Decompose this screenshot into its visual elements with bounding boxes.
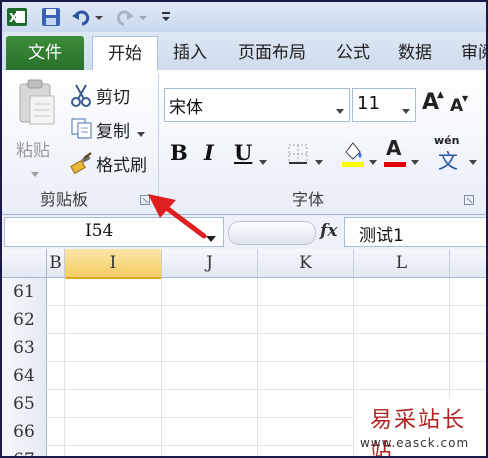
phonetic-char: 文	[438, 149, 458, 173]
format-painter-button[interactable]: 格式刷	[68, 150, 158, 176]
scissors-icon	[70, 83, 92, 111]
column-header-next[interactable]	[450, 249, 486, 278]
shrink-font-caret-icon: ▼	[462, 94, 469, 103]
formula-bar-splitter[interactable]	[228, 221, 316, 245]
annotation-arrow-icon	[148, 194, 207, 239]
column-header-i[interactable]: I	[65, 249, 162, 279]
font-color-label: A	[386, 136, 402, 160]
column-header-l[interactable]: L	[354, 249, 450, 278]
font-dialog-launcher-icon[interactable]	[464, 190, 474, 209]
gridline	[47, 333, 486, 334]
font-size-dropdown-icon[interactable]	[401, 101, 411, 120]
tab-data[interactable]: 数据	[386, 36, 444, 70]
tab-file[interactable]: 文件	[6, 36, 84, 70]
phonetic-guide-button[interactable]: wén 文	[434, 134, 466, 173]
borders-icon[interactable]	[286, 142, 312, 170]
grow-font-button[interactable]: A ▲	[420, 90, 444, 118]
grow-font-caret-icon: ▲	[437, 90, 444, 100]
font-color-dropdown-icon[interactable]	[410, 152, 420, 171]
row-header-61[interactable]: 61	[2, 278, 47, 307]
row-header-63[interactable]: 63	[2, 334, 47, 363]
tab-insert[interactable]: 插入	[162, 36, 218, 70]
column-header-k[interactable]: K	[258, 249, 354, 278]
gridline	[47, 305, 486, 306]
font-name-value: 宋体	[169, 98, 203, 118]
gridline	[47, 361, 486, 362]
undo-icon[interactable]	[70, 6, 92, 28]
excel-window: X 文件 开始 插入 页面布局 公式 数据 审 粘贴 剪切 复制 格式刷 剪贴板…	[2, 2, 486, 456]
phonetic-dropdown-icon[interactable]	[468, 152, 478, 171]
redo-icon[interactable]	[114, 6, 136, 28]
redo-dropdown-icon[interactable]	[138, 6, 148, 28]
tab-page-layout[interactable]: 页面布局	[224, 36, 320, 70]
font-name-dropdown-icon[interactable]	[335, 101, 345, 120]
group-separator	[158, 74, 159, 208]
font-color-bar	[384, 162, 406, 167]
watermark: 易采站长站 www.easck.com	[354, 398, 486, 456]
clipboard-group-label: 剪贴板	[40, 190, 89, 209]
undo-dropdown-icon[interactable]	[94, 6, 104, 28]
gridline	[257, 278, 258, 456]
copy-icon	[70, 117, 94, 143]
fill-color-dropdown-icon[interactable]	[368, 152, 378, 171]
font-name-combo[interactable]: 宋体	[164, 88, 350, 122]
tab-home[interactable]: 开始	[92, 36, 158, 72]
copy-button[interactable]: 复制	[68, 116, 152, 142]
row-header-67[interactable]: 67	[2, 446, 47, 456]
italic-button[interactable]: I	[204, 140, 214, 165]
save-icon[interactable]	[40, 6, 62, 28]
formula-bar: I54 fx 测试1	[2, 215, 486, 250]
formula-input[interactable]: 测试1	[344, 217, 486, 247]
font-group-label: 字体	[292, 190, 325, 209]
quick-access-toolbar: X	[2, 2, 486, 32]
excel-app-icon[interactable]: X	[6, 6, 28, 28]
paste-button[interactable]: 粘贴	[10, 78, 60, 178]
name-box-value: I54	[85, 221, 114, 241]
tab-formulas[interactable]: 公式	[324, 36, 382, 70]
font-color-button[interactable]: A	[382, 136, 408, 168]
watermark-url: www.easck.com	[360, 436, 470, 450]
cut-button[interactable]: 剪切	[68, 82, 152, 108]
underline-dropdown-icon[interactable]	[258, 152, 268, 171]
customize-toolbar-icon[interactable]	[160, 6, 172, 28]
underline-button[interactable]: U	[234, 140, 252, 165]
gridline	[47, 389, 486, 390]
row-header-62[interactable]: 62	[2, 306, 47, 335]
ribbon-tab-bar: 文件 开始 插入 页面布局 公式 数据 审阅	[2, 32, 486, 72]
copy-label: 复制	[96, 122, 130, 142]
copy-dropdown-icon[interactable]	[136, 124, 146, 143]
gridline	[64, 278, 65, 456]
font-size-value: 11	[357, 93, 380, 114]
row-header-66[interactable]: 66	[2, 418, 47, 447]
fx-label[interactable]: fx	[320, 221, 337, 241]
font-size-combo[interactable]: 11	[352, 88, 416, 122]
paste-label: 粘贴	[16, 141, 50, 161]
column-header-j[interactable]: J	[162, 249, 258, 278]
svg-text:X: X	[9, 11, 19, 25]
select-all-corner[interactable]	[2, 249, 47, 278]
format-painter-icon	[70, 151, 94, 179]
column-header-b[interactable]: B	[47, 249, 65, 278]
cut-label: 剪切	[96, 88, 130, 108]
shrink-font-button[interactable]: A ▼	[448, 94, 472, 118]
paste-icon	[16, 78, 56, 130]
ribbon-home: 粘贴 剪切 复制 格式刷 剪贴板 宋体 11 A ▲ A ▼ B I U A w…	[2, 70, 486, 215]
gridline	[161, 278, 162, 456]
tab-review[interactable]: 审阅	[450, 36, 486, 70]
bold-button[interactable]: B	[170, 140, 188, 165]
row-header-64[interactable]: 64	[2, 362, 47, 391]
fill-color-icon[interactable]	[340, 138, 366, 172]
paste-dropdown-icon[interactable]	[30, 164, 40, 183]
formula-value: 测试1	[359, 226, 404, 246]
row-header-65[interactable]: 65	[2, 390, 47, 419]
borders-dropdown-icon[interactable]	[314, 152, 324, 171]
format-painter-label: 格式刷	[96, 156, 147, 176]
